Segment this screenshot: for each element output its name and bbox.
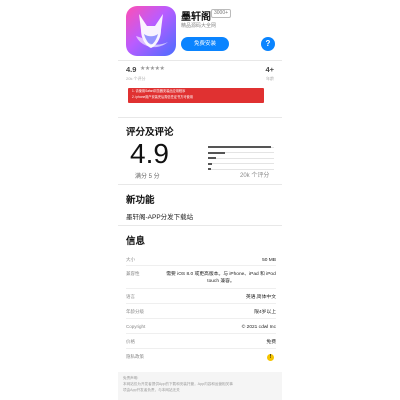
disclaimer-line: 项由App开发者负责，与本网站无关: [123, 388, 180, 392]
warning-line: 2. iphone用户安装完后需信任证书方可使用: [132, 94, 193, 99]
rating-bar-track: [208, 157, 274, 159]
info-row-price: 价格 免费: [126, 334, 276, 349]
info-key: 大小: [126, 257, 135, 262]
privacy-warning-icon[interactable]: !: [267, 354, 274, 361]
score-out-of: 满分 5 分: [135, 174, 160, 180]
rating-bar: [208, 162, 274, 166]
info-row-compatibility: 兼容性 需要 iOS 8.0 或更高版本。与 iPhone、iPad 和 iPo…: [126, 266, 276, 289]
rating-bar-fill: [208, 168, 211, 170]
download-count-badge: 3000+: [211, 9, 232, 18]
rating-bar: [208, 156, 274, 160]
rating-count: 20k 个评分: [126, 76, 146, 81]
age-rating: 4+: [265, 65, 274, 74]
fox-logo-icon: [136, 14, 168, 48]
rating-bar-fill: [208, 157, 216, 159]
divider: [118, 117, 282, 118]
age-label: 年龄: [266, 76, 274, 81]
info-key: 兼容性: [126, 271, 140, 276]
ratings-section-title: 评分及评论: [126, 127, 174, 138]
install-warning-banner: 1. 请使用Safari浏览器安装此应用程序 2. iphone用户安装完后需信…: [128, 88, 264, 103]
rating-value: 4.9: [126, 65, 137, 74]
app-subtitle: 精品源码大全网: [181, 23, 217, 29]
app-name: 墨轩阁: [181, 12, 211, 23]
rating-distribution: [208, 145, 274, 173]
total-ratings: 20k 个评分: [240, 173, 270, 179]
info-value: © 2021 cdwl Inc: [241, 325, 276, 330]
rating-bar-fill: [208, 162, 212, 165]
info-row-copyright: Copyright © 2021 cdwl Inc: [126, 319, 276, 334]
divider: [118, 60, 282, 61]
info-value: 免费: [266, 340, 276, 345]
new-features-title: 新功能: [126, 195, 155, 206]
rating-summary: 4.9 ★★★★★ 20k 个评分 4+ 年龄: [118, 64, 282, 86]
info-row-privacy[interactable]: 隐私政策 !: [126, 349, 276, 364]
star-rating-icon: ★★★★★: [140, 66, 165, 72]
divider: [118, 225, 282, 226]
info-row-age-rating: 年龄分级 限4岁以上: [126, 304, 276, 319]
help-icon[interactable]: ?: [261, 37, 275, 51]
info-value: 需要 iOS 8.0 或更高版本。与 iPhone、iPad 和 iPod to…: [166, 272, 276, 284]
info-value: 50 MB: [262, 258, 276, 263]
rating-bar-track: [208, 163, 274, 164]
info-row-size: 大小 50 MB: [126, 252, 276, 266]
app-store-page: 墨轩阁 3000+ 精品源码大全网 免费安装 ? 4.9 ★★★★★ 20k 个…: [0, 0, 400, 400]
rating-bar: [208, 151, 274, 155]
info-key: 隐私政策: [126, 354, 144, 359]
info-value: 英语,简体中文: [245, 295, 276, 300]
install-button[interactable]: 免费安装: [181, 37, 229, 51]
info-key: 年龄分级: [126, 309, 144, 314]
divider: [118, 184, 282, 185]
app-icon: [126, 6, 176, 56]
info-key: Copyright: [126, 324, 146, 329]
info-row-language: 语言 英语,简体中文: [126, 289, 276, 304]
info-key: 语言: [126, 294, 135, 299]
info-section-title: 信息: [126, 236, 146, 247]
info-key: 价格: [126, 339, 135, 344]
rating-bar-fill: [208, 151, 225, 154]
disclaimer-footer: 免责声明: 本网站仅为开发者提供App的下载和安装托管，App内容和运营相关事 …: [118, 372, 282, 400]
info-table: 大小 50 MB 兼容性 需要 iOS 8.0 或更高版本。与 iPhone、i…: [126, 252, 276, 364]
new-features-text: 墨轩阁-APP分发下载站: [126, 214, 194, 221]
average-score: 4.9: [130, 138, 169, 169]
rating-bar-fill: [208, 146, 271, 148]
rating-bar: [208, 145, 274, 149]
info-value: 限4岁以上: [254, 310, 276, 315]
app-header: 墨轩阁 3000+ 精品源码大全网 免费安装 ?: [118, 6, 282, 58]
